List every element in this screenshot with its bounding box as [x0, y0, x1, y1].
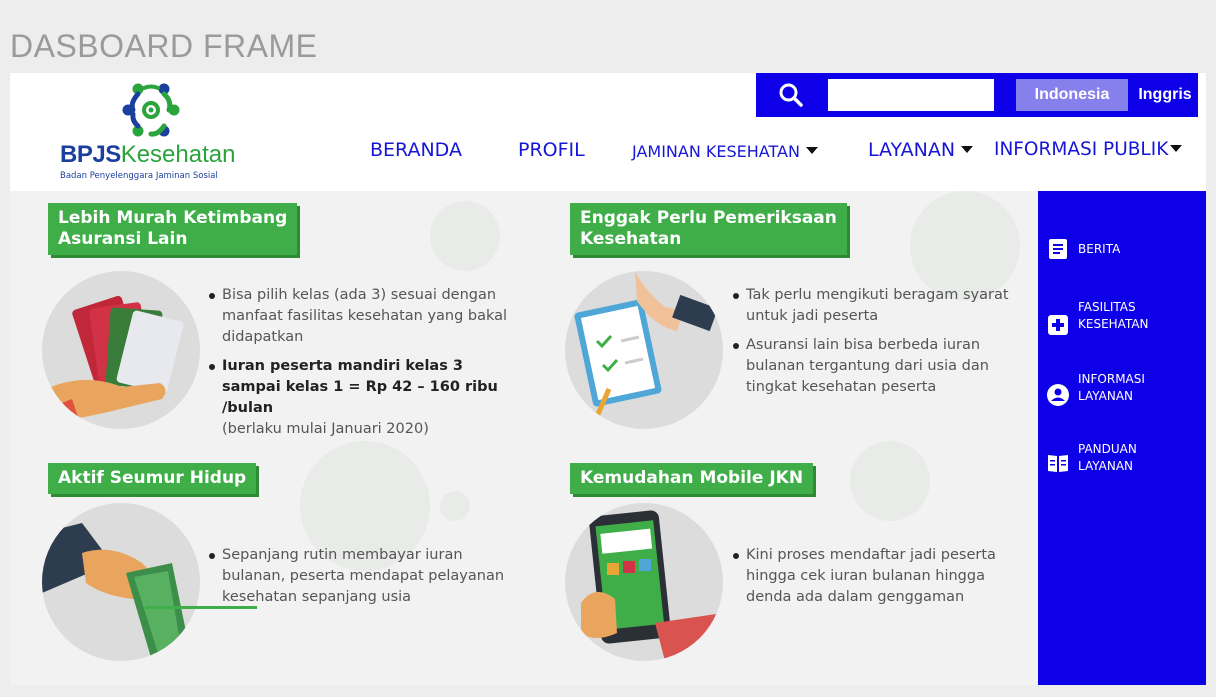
- section-title-line: Kemudahan Mobile JKN: [580, 468, 804, 488]
- user-circle-icon: [1047, 384, 1069, 406]
- nav-jaminan-kesehatan-label: JAMINAN KESEHATAN: [632, 142, 800, 161]
- bpjs-logo-icon: [122, 83, 180, 137]
- bullet-item: Iuran peserta mandiri kelas 3 sampai kel…: [208, 356, 524, 419]
- nav-beranda-label: BERANDA: [370, 139, 462, 161]
- nav-jaminan-kesehatan[interactable]: JAMINAN KESEHATAN: [632, 142, 818, 161]
- chevron-down-icon: [1170, 145, 1183, 152]
- sidebar-item-label: PANDUAN LAYANAN: [1078, 442, 1137, 473]
- nav-layanan-label: LAYANAN: [868, 139, 956, 161]
- money-hand-image: [42, 523, 192, 661]
- section-title-line: Asuransi Lain: [58, 229, 188, 249]
- decor-blob: [440, 491, 470, 521]
- section-title-line: Enggak Perlu Pemeriksaan: [580, 208, 837, 228]
- section-title-seumur-hidup: Aktif Seumur Hidup: [48, 463, 257, 494]
- sidebar-item-fasilitas-kesehatan[interactable]: FASILITAS KESEHATAN: [1038, 299, 1206, 355]
- phone-illustration: [565, 503, 723, 661]
- clipboard-illustration: [565, 271, 723, 429]
- sidebar-item-label: INFORMASI LAYANAN: [1078, 372, 1145, 403]
- logo-brand-light: Kesehatan: [120, 141, 236, 168]
- infographic-content: Lebih Murah Ketimbang Asuransi Lain Bisa…: [10, 191, 1038, 685]
- search-bar: Indonesia Inggris: [756, 73, 1198, 117]
- dashboard-page: BPJSKesehatan Badan Penyelenggara Jamina…: [10, 73, 1206, 685]
- bullet-item: Asuransi lain bisa berbeda iuran bulanan…: [732, 335, 1022, 398]
- money-illustration: [42, 503, 200, 661]
- section-bullets-mobile-jkn: Kini proses mendaftar jadi peserta hingg…: [732, 545, 1022, 616]
- section-title-line: Kesehatan: [580, 229, 682, 249]
- nav-informasi-publik[interactable]: INFORMASI PUBLIK: [994, 139, 1183, 160]
- sidebar-item-berita[interactable]: BERITA: [1038, 237, 1206, 293]
- bullet-item: Sepanjang rutin membayar iuran bulanan, …: [208, 545, 528, 608]
- nav-profil[interactable]: PROFIL: [518, 139, 585, 161]
- bullet-note: (berlaku mulai Januari 2020): [222, 421, 429, 437]
- language-indonesia-button[interactable]: Indonesia: [1016, 79, 1128, 111]
- decor-blob: [850, 441, 930, 521]
- bullet-item: Tak perlu mengikuti beragam syarat untuk…: [732, 285, 1022, 327]
- section-bullets-pemeriksaan: Tak perlu mengikuti beragam syarat untuk…: [732, 285, 1022, 406]
- section-title-mobile-jkn: Kemudahan Mobile JKN: [570, 463, 814, 494]
- kis-cards-image: [42, 295, 184, 429]
- document-icon: [1049, 239, 1067, 259]
- logo-brand-bold: BPJS: [60, 141, 121, 168]
- mobile-jkn-phone-image: [581, 510, 723, 661]
- sidebar-item-panduan-layanan[interactable]: PANDUAN LAYANAN: [1038, 441, 1206, 497]
- sidebar-item-informasi-layanan[interactable]: INFORMASI LAYANAN: [1038, 371, 1206, 427]
- medical-cross-icon: [1048, 315, 1068, 335]
- clipboard-image: [574, 271, 718, 423]
- chevron-down-icon: [961, 146, 974, 153]
- right-sidebar: BERITA FASILITAS KESEHATAN INFORMASI LAY…: [1038, 191, 1206, 685]
- chevron-down-icon: [805, 147, 818, 154]
- bullet-item: Kini proses mendaftar jadi peserta hingg…: [732, 545, 1022, 608]
- book-icon: [1048, 455, 1068, 472]
- logo-wordmark: BPJSKesehatan: [60, 141, 235, 169]
- section-title-line: Aktif Seumur Hidup: [58, 468, 247, 488]
- section-title-pemeriksaan: Enggak Perlu Pemeriksaan Kesehatan: [570, 203, 847, 255]
- site-header: BPJSKesehatan Badan Penyelenggara Jamina…: [10, 73, 1206, 189]
- section-bullets-murah: Bisa pilih kelas (ada 3) sesuai dengan m…: [208, 285, 524, 440]
- nav-beranda[interactable]: BERANDA: [370, 139, 462, 161]
- section-title-line: Lebih Murah Ketimbang: [58, 208, 288, 228]
- nav-informasi-publik-label: INFORMASI PUBLIK: [994, 139, 1169, 160]
- nav-layanan[interactable]: LAYANAN: [868, 139, 974, 161]
- cards-illustration: [42, 271, 200, 429]
- logo-subtitle: Badan Penyelenggara Jaminan Sosial: [60, 171, 218, 181]
- language-english-button[interactable]: Inggris: [1132, 79, 1198, 111]
- frame-title: DASBOARD FRAME: [10, 28, 318, 64]
- bpjs-logo[interactable]: BPJSKesehatan Badan Penyelenggara Jamina…: [60, 81, 260, 185]
- search-icon[interactable]: [778, 82, 804, 108]
- decor-blob: [430, 201, 500, 271]
- section-title-murah: Lebih Murah Ketimbang Asuransi Lain: [48, 203, 298, 255]
- sidebar-item-label: BERITA: [1078, 242, 1121, 256]
- bullet-item: Bisa pilih kelas (ada 3) sesuai dengan m…: [208, 285, 524, 348]
- nav-profil-label: PROFIL: [518, 139, 585, 161]
- section-divider: [145, 606, 257, 609]
- search-input[interactable]: [828, 79, 994, 111]
- sidebar-item-label: FASILITAS KESEHATAN: [1078, 300, 1149, 331]
